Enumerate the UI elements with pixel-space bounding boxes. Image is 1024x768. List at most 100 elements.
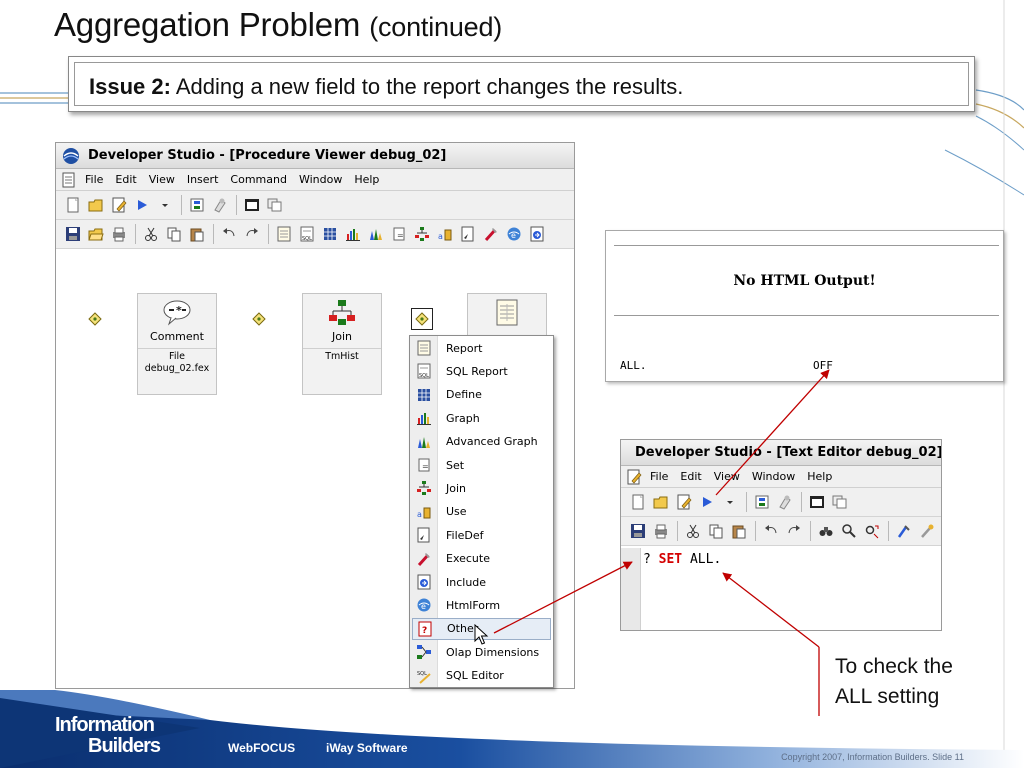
context-menu-item-graph[interactable]: Graph: [412, 407, 551, 429]
text-editor-toolbar-2: [621, 517, 941, 546]
context-menu-item-report[interactable]: Report: [412, 337, 551, 359]
selected-insert-point[interactable]: [411, 308, 433, 330]
find-button[interactable]: [838, 520, 860, 542]
open-button[interactable]: [85, 194, 107, 216]
properties-button[interactable]: [108, 194, 130, 216]
print-button[interactable]: [108, 223, 130, 245]
dropdown-arrow-button[interactable]: [719, 491, 741, 513]
dropdown-arrow-icon: [162, 204, 168, 207]
properties-button[interactable]: [673, 491, 695, 513]
undo-button[interactable]: [218, 223, 240, 245]
context-menu-item-use[interactable]: a Use: [412, 501, 551, 523]
binoculars-button[interactable]: [815, 520, 837, 542]
open-button[interactable]: [650, 491, 672, 513]
comment-node[interactable]: * Comment File debug_02.fex: [137, 293, 217, 395]
set-button[interactable]: =: [388, 223, 410, 245]
context-menu-item-advanced-graph[interactable]: Advanced Graph: [412, 431, 551, 453]
menu-edit[interactable]: Edit: [674, 470, 707, 483]
join-button[interactable]: [411, 223, 433, 245]
context-menu-item-execute[interactable]: Execute: [412, 548, 551, 570]
report-button[interactable]: [273, 223, 295, 245]
menu-command[interactable]: Command: [224, 173, 293, 186]
cascade-button[interactable]: [829, 491, 851, 513]
htmlform-button[interactable]: e: [503, 223, 525, 245]
tools-alt-button[interactable]: [916, 520, 938, 542]
sql-report-button[interactable]: SQL: [296, 223, 318, 245]
svg-text:=: =: [422, 462, 429, 471]
cascade-button[interactable]: [264, 194, 286, 216]
menu-window[interactable]: Window: [293, 173, 348, 186]
context-menu-item-join[interactable]: Join: [412, 477, 551, 499]
no-html-output-message: No HTML Output!: [733, 273, 876, 289]
execute-button[interactable]: [480, 223, 502, 245]
graph-button[interactable]: [342, 223, 364, 245]
context-menu-item-sql-report[interactable]: SQL SQL Report: [412, 360, 551, 382]
help-button[interactable]: [774, 491, 796, 513]
context-menu-item-htmlform[interactable]: e HtmlForm: [412, 594, 551, 616]
menu-window[interactable]: Window: [746, 470, 801, 483]
copy-icon: [167, 227, 181, 242]
print-button[interactable]: [650, 520, 672, 542]
set-icon: =: [393, 227, 405, 241]
properties-icon: [677, 494, 692, 510]
context-menu-item-label: Olap Dimensions: [446, 645, 540, 659]
save-button[interactable]: [62, 223, 84, 245]
advanced-graph-button[interactable]: [365, 223, 387, 245]
window-button[interactable]: [241, 194, 263, 216]
menu-view[interactable]: View: [708, 470, 746, 483]
redo-button[interactable]: [241, 223, 263, 245]
context-menu-item-include[interactable]: Include: [412, 571, 551, 593]
open-folder-button[interactable]: [85, 223, 107, 245]
context-menu-item-sql-editor[interactable]: SQL SQL Editor: [412, 665, 551, 687]
define-button[interactable]: [319, 223, 341, 245]
tools-button[interactable]: [893, 520, 915, 542]
window-button[interactable]: [806, 491, 828, 513]
issue-label: Issue 2:: [89, 74, 171, 99]
menu-file[interactable]: File: [79, 173, 109, 186]
new-icon: [632, 494, 644, 510]
copy-button[interactable]: [163, 223, 185, 245]
menu-insert[interactable]: Insert: [181, 173, 225, 186]
use-button[interactable]: a: [434, 223, 456, 245]
report-node[interactable]: [467, 293, 547, 338]
dropdown-arrow-button[interactable]: [154, 194, 176, 216]
menu-view[interactable]: View: [143, 173, 181, 186]
run-button[interactable]: [696, 491, 718, 513]
save-button[interactable]: [627, 520, 649, 542]
flow-connector-icon[interactable]: [88, 312, 102, 326]
slide-title-main: Aggregation Problem: [54, 6, 361, 43]
include-button[interactable]: [526, 223, 548, 245]
context-menu-item-define[interactable]: Define: [412, 384, 551, 406]
flow-connector-icon[interactable]: [252, 312, 266, 326]
redo-button[interactable]: [783, 520, 805, 542]
context-menu-item-set[interactable]: = Set: [412, 454, 551, 476]
run-button[interactable]: [131, 194, 153, 216]
replace-button[interactable]: [861, 520, 883, 542]
context-menu-item-filedef[interactable]: FileDef: [412, 524, 551, 546]
text-editor-menubar: File Edit View Window Help: [621, 466, 941, 488]
text-editor-titlebar[interactable]: Developer Studio - [Text Editor debug_02…: [621, 440, 941, 466]
footer-link-webfocus[interactable]: WebFOCUS: [228, 741, 295, 755]
flow-button[interactable]: [186, 194, 208, 216]
paste-button[interactable]: [728, 520, 750, 542]
new-button[interactable]: [62, 194, 84, 216]
copy-button[interactable]: [705, 520, 727, 542]
procedure-viewer-titlebar[interactable]: Developer Studio - [Procedure Viewer deb…: [56, 143, 574, 169]
editor-code-line[interactable]: ? SET ALL.: [643, 552, 721, 567]
new-button[interactable]: [627, 491, 649, 513]
menu-help[interactable]: Help: [348, 173, 385, 186]
menu-help[interactable]: Help: [801, 470, 838, 483]
filedef-button[interactable]: [457, 223, 479, 245]
menu-file[interactable]: File: [644, 470, 674, 483]
paste-button[interactable]: [186, 223, 208, 245]
find-icon: [842, 524, 856, 538]
join-node[interactable]: Join TmHist: [302, 293, 382, 395]
cut-button[interactable]: [682, 520, 704, 542]
footer-link-iway[interactable]: iWay Software: [326, 741, 408, 755]
undo-button[interactable]: [760, 520, 782, 542]
flow-button[interactable]: [751, 491, 773, 513]
help-button[interactable]: [209, 194, 231, 216]
text-editor-area[interactable]: ? SET ALL.: [621, 548, 941, 630]
cut-button[interactable]: [140, 223, 162, 245]
menu-edit[interactable]: Edit: [109, 173, 142, 186]
